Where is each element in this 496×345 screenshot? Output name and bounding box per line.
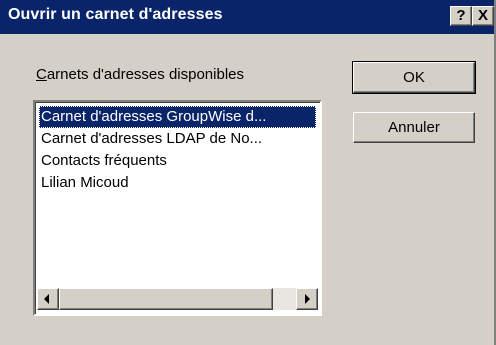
help-button[interactable]: ? <box>450 6 472 26</box>
horizontal-scrollbar[interactable] <box>37 288 318 310</box>
label-accelerator: C <box>36 66 47 83</box>
help-icon: ? <box>456 7 466 24</box>
address-book-list[interactable]: Carnet d'adresses GroupWise d... Carnet … <box>33 100 322 316</box>
cancel-button[interactable]: Annuler <box>353 112 475 143</box>
list-item-groupwise[interactable]: Carnet d'adresses GroupWise d... <box>39 106 316 128</box>
scroll-right-button[interactable] <box>296 288 318 310</box>
label-text: arnets d'adresses disponibles <box>46 66 244 83</box>
available-address-books-label: Carnets d'adresses disponibles <box>36 66 244 83</box>
dialog-window: Ouvrir un carnet d'adresses ? X Carnets … <box>0 0 496 345</box>
list-item-frequent-contacts[interactable]: Contacts fréquents <box>39 150 316 172</box>
scrollbar-thumb[interactable] <box>59 288 273 310</box>
list-item-ldap[interactable]: Carnet d'adresses LDAP de No... <box>39 128 316 150</box>
window-title: Ouvrir un carnet d'adresses <box>8 6 223 23</box>
ok-button[interactable]: OK <box>352 61 476 94</box>
title-bar[interactable]: Ouvrir un carnet d'adresses ? X <box>0 0 494 34</box>
arrow-right-icon <box>305 294 310 304</box>
scroll-left-button[interactable] <box>37 288 59 310</box>
arrow-left-icon <box>44 294 49 304</box>
list-item-lilian-micoud[interactable]: Lilian Micoud <box>39 172 316 194</box>
close-icon: X <box>477 7 488 24</box>
list-items: Carnet d'adresses GroupWise d... Carnet … <box>39 106 316 194</box>
close-button[interactable]: X <box>472 6 494 26</box>
